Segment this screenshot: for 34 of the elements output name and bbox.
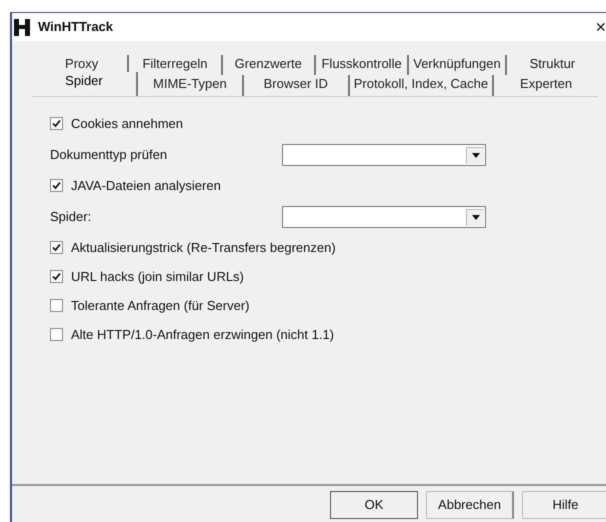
app-logo-icon [14, 18, 30, 36]
field-label: Dokumenttyp prüfen [50, 146, 168, 164]
tab[interactable]: Browser ID [244, 75, 350, 96]
checkbox[interactable] [50, 117, 63, 130]
field-label: Spider: [50, 208, 92, 226]
dialog-button[interactable]: Abbrechen [426, 491, 514, 519]
dialog-button[interactable]: Hilfe [522, 491, 606, 519]
checkbox[interactable] [50, 241, 63, 254]
dialog-button[interactable]: OK [330, 491, 418, 519]
tab[interactable]: Grenzwerte [222, 55, 316, 75]
window-title: WinHTTrack [38, 18, 114, 36]
checkbox[interactable] [50, 270, 63, 283]
checkbox-label: Aktualisierungstrick (Re-Transfers begrenzen) [71, 238, 336, 257]
checkbox[interactable] [50, 328, 63, 341]
checkbox[interactable] [50, 299, 63, 312]
checkmark-icon [52, 243, 61, 252]
tab[interactable]: Verknüpfungen [409, 55, 507, 75]
checkbox-label: URL hacks (join similar URLs) [71, 268, 244, 286]
dropdown[interactable] [282, 144, 486, 166]
checkbox-label: Cookies annehmen [71, 114, 184, 133]
tab[interactable]: MIME-Typen [138, 75, 244, 96]
checkbox-label: Tolerante Anfragen (für Server) [71, 296, 250, 315]
close-button[interactable]: × [595, 18, 606, 36]
checkbox[interactable] [50, 179, 63, 192]
tab[interactable]: Experten [494, 75, 598, 96]
checkmark-icon [52, 181, 61, 190]
tab[interactable]: Protokoll, Index, Cache [350, 75, 494, 96]
tab[interactable]: Flusskontrolle [316, 55, 410, 75]
checkmark-icon [52, 272, 61, 281]
checkmark-icon [52, 119, 61, 128]
checkbox-label: Alte HTTP/1.0-Anfragen erzwingen (nicht 1.1) [71, 326, 334, 344]
dropdown[interactable] [282, 206, 486, 228]
tab[interactable]: Struktur [506, 55, 598, 75]
checkbox-label: JAVA-Dateien analysieren [71, 176, 221, 195]
